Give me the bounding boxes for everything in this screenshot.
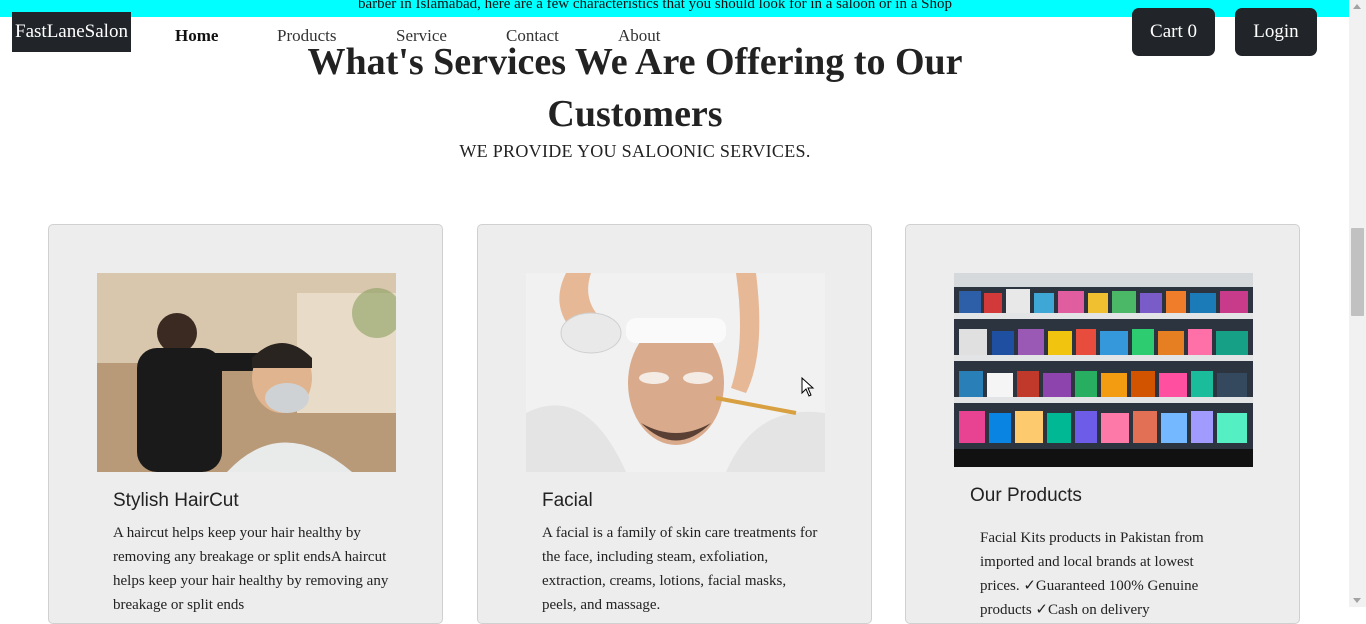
services-heading-line1: What's Services We Are Offering to Our xyxy=(307,41,963,83)
login-button[interactable]: Login xyxy=(1235,8,1317,56)
scroll-up-arrow-icon[interactable] xyxy=(1353,4,1361,9)
page-scrollbar[interactable] xyxy=(1349,0,1366,607)
card-title: Facial xyxy=(542,490,593,511)
scroll-thumb[interactable] xyxy=(1351,228,1364,316)
service-card-products: Our Products Facial Kits products in Pak… xyxy=(905,224,1300,624)
cart-button[interactable]: Cart 0 xyxy=(1132,8,1215,56)
card-title: Our Products xyxy=(970,485,1082,506)
marquee-text: barber in Islamabad, here are a few char… xyxy=(358,0,952,12)
products-image xyxy=(954,273,1253,467)
card-description: A facial is a family of skin care treatm… xyxy=(542,525,818,613)
nav-link-home[interactable]: Home xyxy=(175,26,218,46)
scroll-down-arrow-icon[interactable] xyxy=(1353,598,1361,603)
service-card-haircut: Stylish HairCut A haircut helps keep you… xyxy=(48,224,443,624)
card-title: Stylish HairCut xyxy=(113,490,239,511)
card-description: Facial Kits products in Pakistan from im… xyxy=(980,530,1204,618)
services-heading: What's Services We Are Offering to Our C… xyxy=(270,36,1000,140)
service-card-facial: Facial A facial is a family of skin care… xyxy=(477,224,872,624)
mouse-pointer-icon xyxy=(801,377,815,397)
facial-image xyxy=(526,273,825,472)
card-description: A haircut helps keep your hair healthy b… xyxy=(113,525,389,613)
services-heading-line2: Customers xyxy=(547,93,723,135)
services-subheading: WE PROVIDE YOU SALOONIC SERVICES. xyxy=(459,141,811,161)
haircut-image xyxy=(97,273,396,472)
site-logo[interactable]: FastLaneSalon xyxy=(12,12,131,52)
